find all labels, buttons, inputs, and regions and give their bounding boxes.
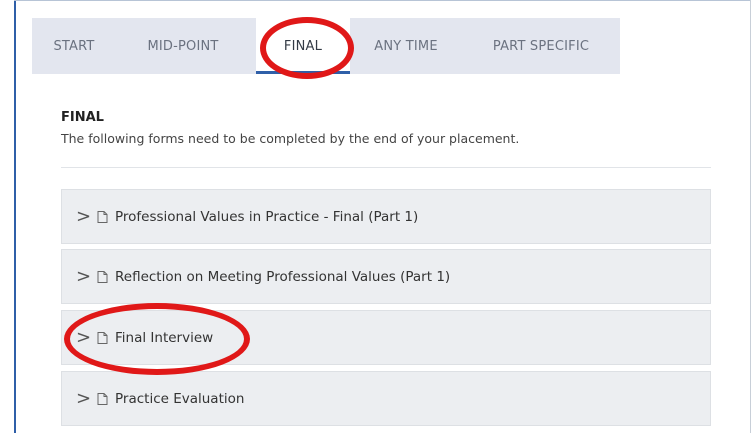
- frame-top-border: [14, 0, 751, 1]
- tab-label: START: [53, 38, 95, 54]
- form-item-label: Final Interview: [115, 329, 214, 346]
- chevron-right-icon: >: [76, 265, 92, 287]
- document-icon: [97, 392, 108, 405]
- divider: [61, 167, 711, 168]
- tab-label: FINAL: [283, 38, 323, 54]
- form-item-practice-evaluation[interactable]: > Practice Evaluation: [61, 371, 711, 426]
- section-description: The following forms need to be completed…: [61, 131, 520, 146]
- tab-label: PART SPECIFIC: [492, 38, 590, 54]
- tab-bar: START MID-POINT FINAL ANY TIME PART SPEC…: [32, 18, 620, 74]
- section-title: FINAL: [61, 110, 104, 125]
- tab-final[interactable]: FINAL: [256, 18, 350, 74]
- frame-left-border: [14, 0, 16, 433]
- form-item-reflection[interactable]: > Reflection on Meeting Professional Val…: [61, 249, 711, 304]
- tab-label: ANY TIME: [374, 38, 438, 54]
- tab-any-time[interactable]: ANY TIME: [350, 18, 462, 74]
- document-icon: [97, 270, 108, 283]
- tab-part-specific[interactable]: PART SPECIFIC: [462, 18, 620, 74]
- tab-start[interactable]: START: [32, 18, 116, 74]
- document-icon: [97, 210, 108, 223]
- form-item-label: Practice Evaluation: [115, 390, 245, 407]
- form-item-professional-values[interactable]: > Professional Values in Practice - Fina…: [61, 189, 711, 244]
- chevron-right-icon: >: [76, 205, 92, 227]
- form-item-label: Reflection on Meeting Professional Value…: [115, 268, 451, 285]
- tab-mid-point[interactable]: MID-POINT: [116, 18, 250, 74]
- form-item-label: Professional Values in Practice - Final …: [115, 208, 419, 225]
- chevron-right-icon: >: [76, 387, 92, 409]
- page: START MID-POINT FINAL ANY TIME PART SPEC…: [0, 0, 751, 433]
- form-item-final-interview[interactable]: > Final Interview: [61, 310, 711, 365]
- tab-label: MID-POINT: [147, 38, 219, 54]
- chevron-right-icon: >: [76, 326, 92, 348]
- document-icon: [97, 331, 108, 344]
